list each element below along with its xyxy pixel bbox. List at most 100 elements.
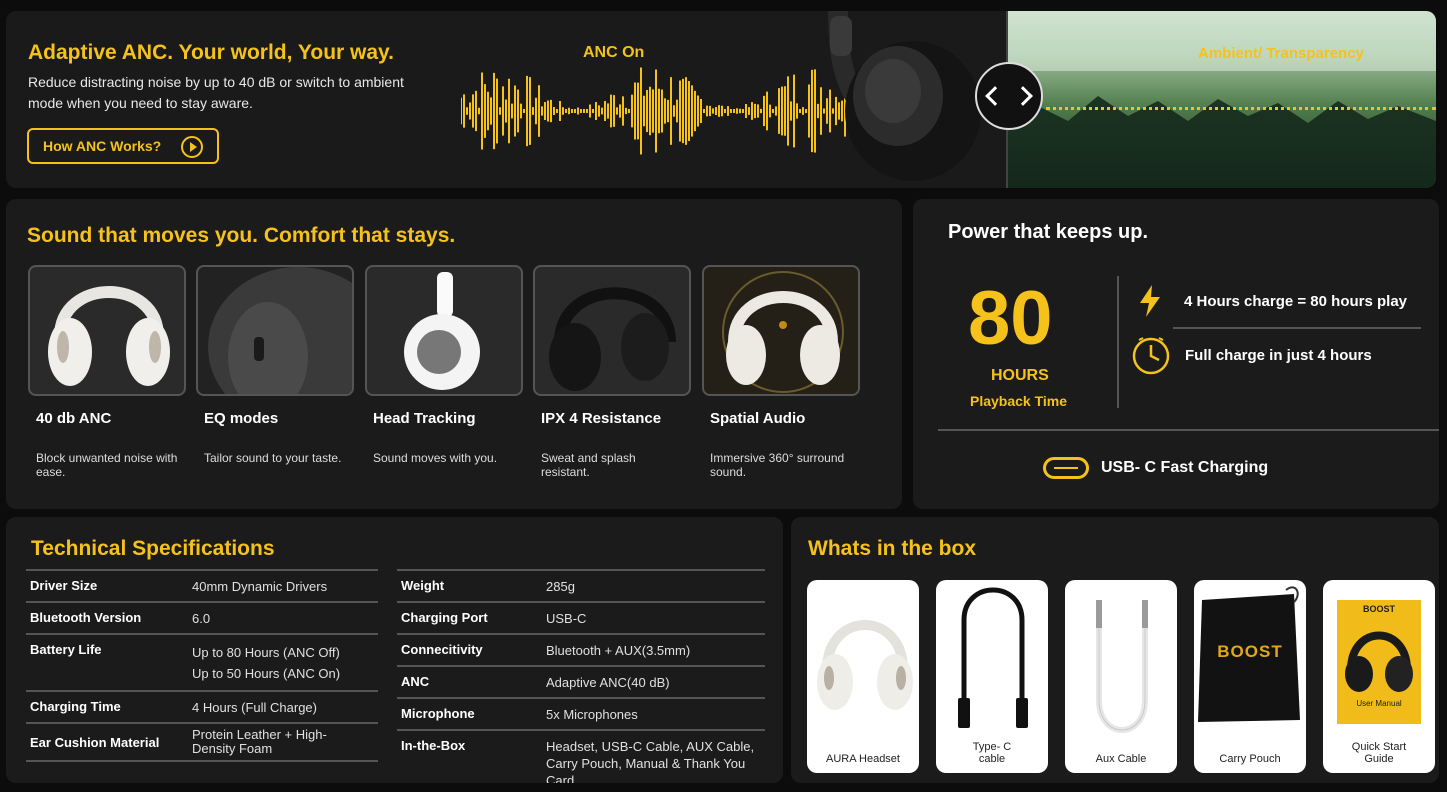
feature-desc: Block unwanted noise with ease.	[36, 451, 178, 479]
table-row: Driver Size 40mm Dynamic Drivers	[26, 569, 378, 601]
power-vertical-divider	[1117, 276, 1119, 408]
playback-hours-number: 80	[968, 276, 1053, 361]
anc-title: Adaptive ANC. Your world, Your way.	[28, 41, 395, 64]
feature-image-ipx4	[533, 265, 691, 396]
feature-card-spatial: Spatial Audio Immersive 360° surround so…	[702, 265, 860, 479]
sound-panel: Sound that moves you. Comfort that stays…	[6, 199, 902, 509]
table-row: Connecitivity Bluetooth + AUX(3.5mm)	[397, 633, 765, 665]
spec-label: Driver Size	[30, 578, 98, 593]
spec-value: Headset, USB-C Cable, AUX Cable, Carry P…	[546, 739, 755, 783]
playback-time-label: Playback Time	[970, 393, 1068, 409]
spec-label: Charging Port	[401, 610, 488, 625]
crowd-silhouette	[1008, 11, 1436, 188]
compare-slider-handle[interactable]	[975, 62, 1043, 130]
spec-label: Microphone	[401, 706, 475, 721]
spec-panel: Technical Specifications Driver Size 40mm…	[6, 517, 783, 783]
charge-play-row: 4 Hours charge = 80 hours play	[1138, 285, 1407, 317]
spec-value: 40mm Dynamic Drivers	[192, 579, 328, 594]
box-item-quick-start-guide: BOOST User Manual Quick Start Guide	[1323, 580, 1435, 773]
lightning-icon	[1140, 285, 1160, 317]
charge-play-text: 4 Hours charge = 80 hours play	[1184, 292, 1408, 310]
table-row: Ear Cushion Material Protein Leather + Hi…	[26, 722, 378, 762]
how-anc-works-button[interactable]: How ANC Works?	[27, 128, 219, 164]
table-row: In-the-Box Headset, USB-C Cable, AUX Cabl…	[397, 729, 765, 783]
feature-card-head-tracking: Head Tracking Sound moves with you.	[365, 265, 523, 465]
spec-value: 4 Hours (Full Charge)	[192, 700, 317, 715]
anc-description: Reduce distracting noise by up to 40 dB …	[28, 74, 404, 111]
box-item-type-c-cable: Type- C cable	[936, 580, 1048, 773]
table-row: Charging Time 4 Hours (Full Charge)	[26, 690, 378, 722]
feature-card-ipx4: IPX 4 Resistance Sweat and splash resist…	[533, 265, 691, 479]
spec-table-left: Driver Size 40mm Dynamic Drivers Bluetoot…	[26, 569, 378, 762]
power-panel: Power that keeps up. 80 HOURS Playback T…	[913, 199, 1439, 509]
spec-value: 285g	[546, 579, 575, 594]
spec-label: Weight	[401, 578, 445, 593]
box-item-label: Type- C cable	[972, 741, 1012, 765]
box-item-aux-cable: Aux Cable	[1065, 580, 1177, 773]
feature-image-anc	[28, 265, 186, 396]
spec-value: Protein Leather + High-Density Foam	[192, 727, 327, 756]
box-title: Whats in the box	[808, 537, 976, 560]
full-charge-text: Full charge in just 4 hours	[1185, 346, 1372, 364]
feature-desc: Sweat and splash resistant.	[541, 451, 636, 479]
spec-label: Ear Cushion Material	[30, 734, 160, 750]
spec-label: Charging Time	[30, 699, 121, 714]
manual-headset-image	[1345, 631, 1413, 692]
ambient-dotted-line	[1046, 107, 1436, 110]
full-charge-row: Full charge in just 4 hours	[1131, 335, 1372, 375]
feature-image-eq	[196, 265, 354, 396]
chevron-right-icon	[1013, 86, 1033, 106]
manual-thumbnail: BOOST User Manual	[1337, 600, 1421, 724]
box-item-label: Aux Cable	[1095, 753, 1147, 765]
manual-brand: BOOST	[1362, 604, 1395, 614]
anc-panel: Adaptive ANC. Your world, Your way. Redu…	[6, 11, 1436, 188]
box-item-label: Quick Start Guide	[1351, 741, 1407, 765]
spec-value: 6.0	[192, 611, 211, 626]
box-item-carry-pouch: BOOST Carry Pouch	[1194, 580, 1306, 773]
box-item-label: AURA Headset	[826, 753, 900, 765]
power-row-divider	[1173, 327, 1421, 329]
spec-label: Connecitivity	[401, 642, 483, 657]
spec-value: Up to 80 Hours (ANC Off) Up to 50 Hours …	[192, 645, 341, 681]
ambient-label: Ambient/ Transparency	[1198, 45, 1364, 62]
table-row: Microphone 5x Microphones	[397, 697, 765, 729]
table-row: Battery Life Up to 80 Hours (ANC Off) Up …	[26, 633, 378, 690]
box-item-label: Carry Pouch	[1219, 753, 1281, 765]
headset-thumbnail	[817, 620, 913, 710]
table-row: ANC Adaptive ANC(40 dB)	[397, 665, 765, 697]
clock-icon	[1132, 337, 1170, 375]
spec-title: Technical Specifications	[31, 537, 275, 560]
spec-label: ANC	[401, 674, 430, 689]
spec-value: Adaptive ANC(40 dB)	[546, 675, 670, 690]
usb-c-row: USB- C Fast Charging	[1043, 457, 1268, 479]
feature-name: 40 db ANC	[36, 410, 112, 427]
feature-image-head-tracking	[365, 265, 523, 396]
spec-label: Battery Life	[30, 642, 102, 657]
table-row: Bluetooth Version 6.0	[26, 601, 378, 633]
feature-desc: Sound moves with you.	[373, 451, 498, 465]
feature-desc: Tailor sound to your taste.	[204, 451, 342, 465]
power-title: Power that keeps up.	[948, 221, 1149, 243]
manual-label: User Manual	[1356, 699, 1402, 708]
spec-label: Bluetooth Version	[30, 610, 142, 625]
how-anc-works-label: How ANC Works?	[43, 138, 162, 154]
box-panel: Whats in the box AURA Headset Type- C ca…	[791, 517, 1439, 783]
feature-card-eq: EQ modes Tailor sound to your taste.	[196, 265, 354, 465]
chevron-left-icon	[985, 86, 1005, 106]
spec-table-right: Weight 285g Charging Port USB-C Connecitiv…	[397, 569, 765, 783]
sound-title: Sound that moves you. Comfort that stays…	[27, 224, 456, 247]
feature-name: Spatial Audio	[710, 410, 806, 427]
feature-name: Head Tracking	[373, 410, 476, 427]
feature-name: EQ modes	[204, 410, 279, 427]
play-icon	[181, 136, 203, 158]
usb-c-cable-thumbnail	[958, 587, 1028, 728]
feature-card-anc: 40 db ANC Block unwanted noise with ease…	[28, 265, 186, 479]
table-row: Charging Port USB-C	[397, 601, 765, 633]
box-item-headset: AURA Headset	[807, 580, 919, 773]
feature-name: IPX 4 Resistance	[541, 410, 662, 427]
spec-label: In-the-Box	[401, 738, 466, 753]
ambient-scene-image: Ambient/ Transparency	[1008, 11, 1436, 188]
power-horizontal-divider	[938, 429, 1439, 431]
feature-image-spatial	[702, 265, 860, 396]
spec-value: Bluetooth + AUX(3.5mm)	[546, 643, 691, 658]
